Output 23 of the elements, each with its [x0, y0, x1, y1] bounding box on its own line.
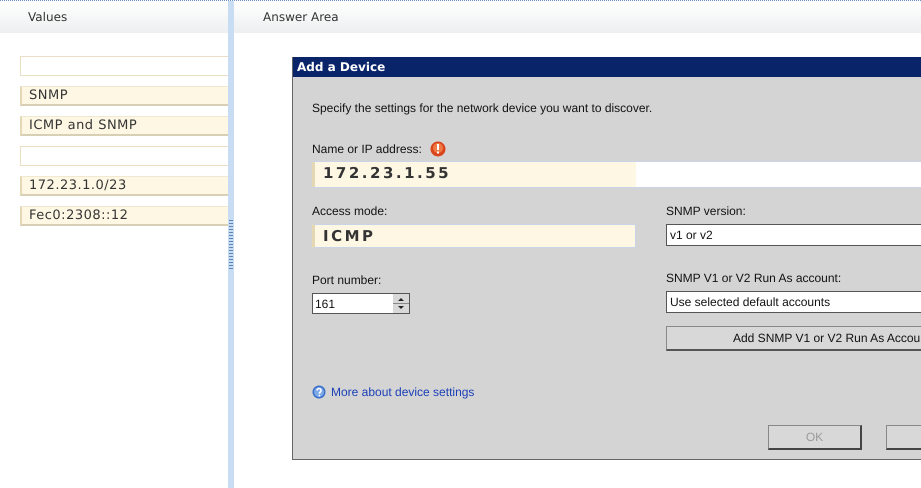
value-tile[interactable]: SNMP — [20, 86, 228, 106]
field-label: Name or IP address: — [312, 142, 422, 156]
value-tile[interactable]: Fec0:2308::12 — [20, 206, 228, 226]
warning-icon — [430, 141, 446, 157]
add-account-button[interactable]: Add SNMP V1 or V2 Run As Accou — [666, 326, 921, 351]
dropdown[interactable]: Use selected default accounts — [666, 291, 921, 313]
help-link[interactable]: More about device settings — [331, 385, 474, 399]
answer-tile[interactable]: ICMP — [312, 224, 636, 248]
field-label: Access mode: — [312, 204, 388, 218]
value-tile[interactable]: 172.23.1.0/23 — [20, 176, 228, 196]
value-tile[interactable]: ICMP and SNMP — [20, 116, 228, 136]
spinner-arrows-icon — [393, 294, 409, 313]
dropdown[interactable]: v1 or v2 — [666, 224, 921, 246]
input-field[interactable]: 172.23.1.55 — [312, 161, 921, 188]
dialog-title: Add a Device — [293, 57, 921, 77]
answer-tile[interactable]: 172.23.1.55 — [312, 162, 636, 187]
instruction-text: Specify the settings for the network device you want to discover. — [312, 101, 654, 115]
number-spinner[interactable]: 161 — [312, 293, 410, 314]
field-label: Port number: — [312, 273, 382, 287]
help-icon — [312, 385, 326, 399]
field-label: SNMP version: — [666, 204, 747, 218]
field-label: SNMP V1 or V2 Run As account: — [666, 271, 842, 285]
splitter[interactable] — [228, 1, 234, 488]
